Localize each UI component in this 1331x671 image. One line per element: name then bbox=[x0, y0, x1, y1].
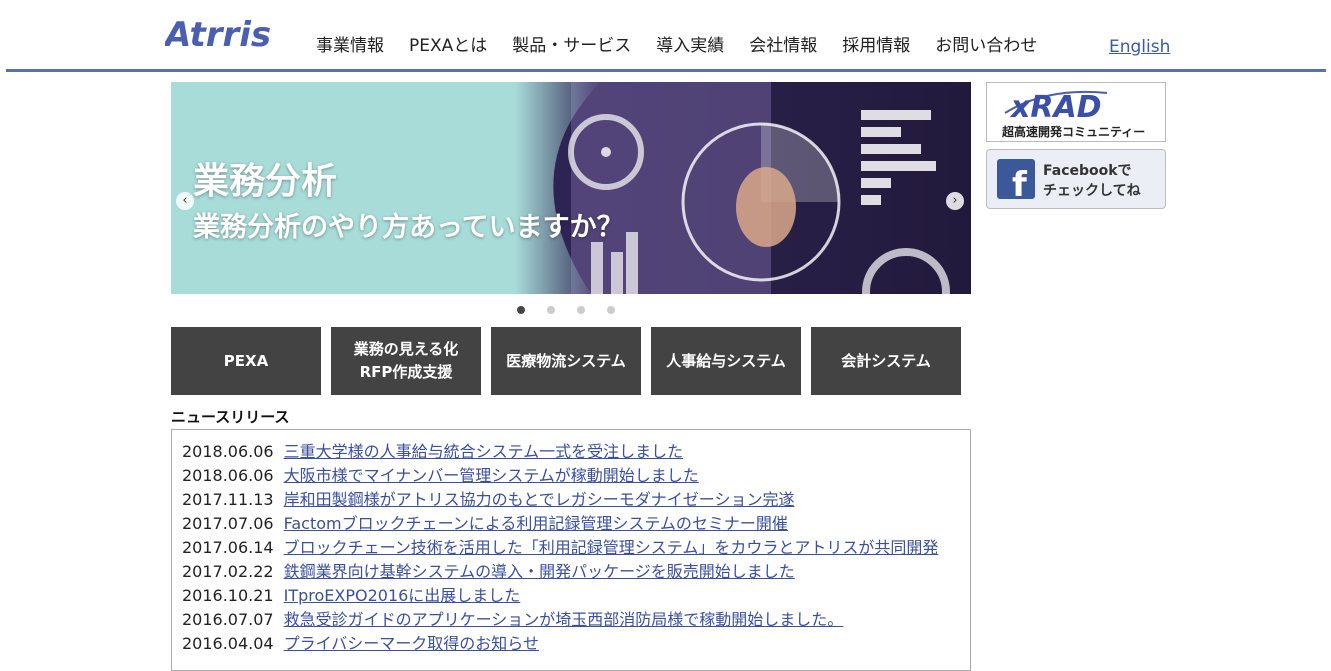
svg-text:f: f bbox=[1012, 165, 1028, 205]
list-item: 2017.02.22 鉄鋼業界向け基幹システムの導入・開発パッケージを販売開始しま… bbox=[182, 562, 795, 581]
news-link[interactable]: 鉄鋼業界向け基幹システムの導入・開発パッケージを販売開始しました bbox=[284, 562, 795, 581]
nav-cases[interactable]: 導入実績 bbox=[656, 31, 724, 56]
news-link[interactable]: プライバシーマーク取得のお知らせ bbox=[284, 634, 539, 653]
tile-payroll[interactable]: 人事給与システム bbox=[651, 327, 801, 395]
news-link[interactable]: 三重大学様の人事給与統合システム一式を受注しました bbox=[284, 442, 684, 461]
product-tiles: PEXA 業務の見える化 RFP作成支援 医療物流システム 人事給与システム 会計… bbox=[171, 327, 961, 395]
nav-business[interactable]: 事業情報 bbox=[316, 31, 384, 56]
svg-text:チェックしてね: チェックしてね bbox=[1043, 183, 1141, 199]
nav-pexa[interactable]: PEXAとは bbox=[409, 31, 487, 56]
news-link[interactable]: 大阪市様でマイナンバー管理システムが稼動開始しました bbox=[284, 466, 699, 485]
slider-dots bbox=[517, 306, 615, 314]
slider-dot-3[interactable] bbox=[577, 306, 585, 314]
list-item: 2018.06.06 大阪市様でマイナンバー管理システムが稼動開始しました bbox=[182, 466, 699, 485]
tile-medical-logistics[interactable]: 医療物流システム bbox=[491, 327, 641, 395]
slide-subtitle: 業務分析のやり方あっていますか？ bbox=[193, 212, 624, 243]
list-item: 2018.06.06 三重大学様の人事給与統合システム一式を受注しました bbox=[182, 442, 684, 461]
hero-slider: 業務分析 業務分析のやり方あっていますか？ ‹ › bbox=[171, 82, 971, 294]
slider-dot-4[interactable] bbox=[607, 306, 615, 314]
list-item: 2016.07.07 救急受診ガイドのアプリケーションが埼玉西部消防局様で稼動開始… bbox=[182, 610, 844, 629]
atrris-logo[interactable]: Atrris bbox=[162, 14, 275, 55]
facebook-banner[interactable]: f Facebookで チェックしてね bbox=[986, 149, 1166, 209]
news-link[interactable]: 岸和田製鋼様がアトリス協力のもとでレガシーモダナイゼーション完遂 bbox=[284, 490, 795, 509]
english-link[interactable]: English bbox=[1109, 37, 1170, 57]
svg-text:Facebookで: Facebookで bbox=[1043, 163, 1132, 179]
svg-text:超高速開発コミュニティー: 超高速開発コミュニティー bbox=[1001, 124, 1145, 139]
list-item: 2017.07.06 Factomブロックチェーンによる利用記録管理システムのセミ… bbox=[182, 514, 788, 533]
nav-recruit[interactable]: 採用情報 bbox=[842, 31, 910, 56]
site-header: Atrris 事業情報 PEXAとは 製品・サービス 導入実績 会社情報 採用情… bbox=[0, 0, 1331, 70]
xrad-banner[interactable]: xRAD 超高速開発コミュニティー bbox=[986, 82, 1166, 142]
tile-pexa[interactable]: PEXA bbox=[171, 327, 321, 395]
list-item: 2016.10.21 ITproEXPO2016に出展しました bbox=[182, 586, 521, 605]
slider-dot-2[interactable] bbox=[547, 306, 555, 314]
main-nav: 事業情報 PEXAとは 製品・サービス 導入実績 会社情報 採用情報 お問い合わ… bbox=[316, 31, 1062, 56]
news-link[interactable]: Factomブロックチェーンによる利用記録管理システムのセミナー開催 bbox=[284, 514, 788, 533]
list-item: 2017.06.14 ブロックチェーン技術を活用した「利用記録管理システム」をカウ… bbox=[182, 538, 939, 557]
slide-title: 業務分析 bbox=[193, 161, 338, 202]
news-heading: ニュースリリース bbox=[171, 408, 290, 426]
slider-next-icon[interactable]: › bbox=[946, 192, 964, 210]
list-item: 2016.04.04 プライバシーマーク取得のお知らせ bbox=[182, 634, 539, 653]
tile-visualization[interactable]: 業務の見える化 RFP作成支援 bbox=[331, 327, 481, 395]
tile-accounting[interactable]: 会計システム bbox=[811, 327, 961, 395]
news-link[interactable]: 救急受診ガイドのアプリケーションが埼玉西部消防局様で稼動開始しました。 bbox=[284, 610, 844, 629]
slider-dot-1[interactable] bbox=[517, 306, 525, 314]
news-list: 2018.06.06 三重大学様の人事給与統合システム一式を受注しました 2018… bbox=[171, 429, 971, 671]
header-divider bbox=[6, 69, 1326, 72]
nav-products[interactable]: 製品・サービス bbox=[512, 31, 631, 56]
slider-prev-icon[interactable]: ‹ bbox=[176, 192, 194, 210]
nav-company[interactable]: 会社情報 bbox=[749, 31, 817, 56]
news-link[interactable]: ITproEXPO2016に出展しました bbox=[284, 586, 521, 605]
svg-text:xRAD: xRAD bbox=[1009, 90, 1102, 125]
svg-text:Atrris: Atrris bbox=[165, 15, 271, 54]
nav-contact[interactable]: お問い合わせ bbox=[935, 31, 1037, 56]
news-link[interactable]: ブロックチェーン技術を活用した「利用記録管理システム」をカウラとアトリスが共同開… bbox=[284, 538, 939, 557]
list-item: 2017.11.13 岸和田製鋼様がアトリス協力のもとでレガシーモダナイゼーション… bbox=[182, 490, 795, 509]
